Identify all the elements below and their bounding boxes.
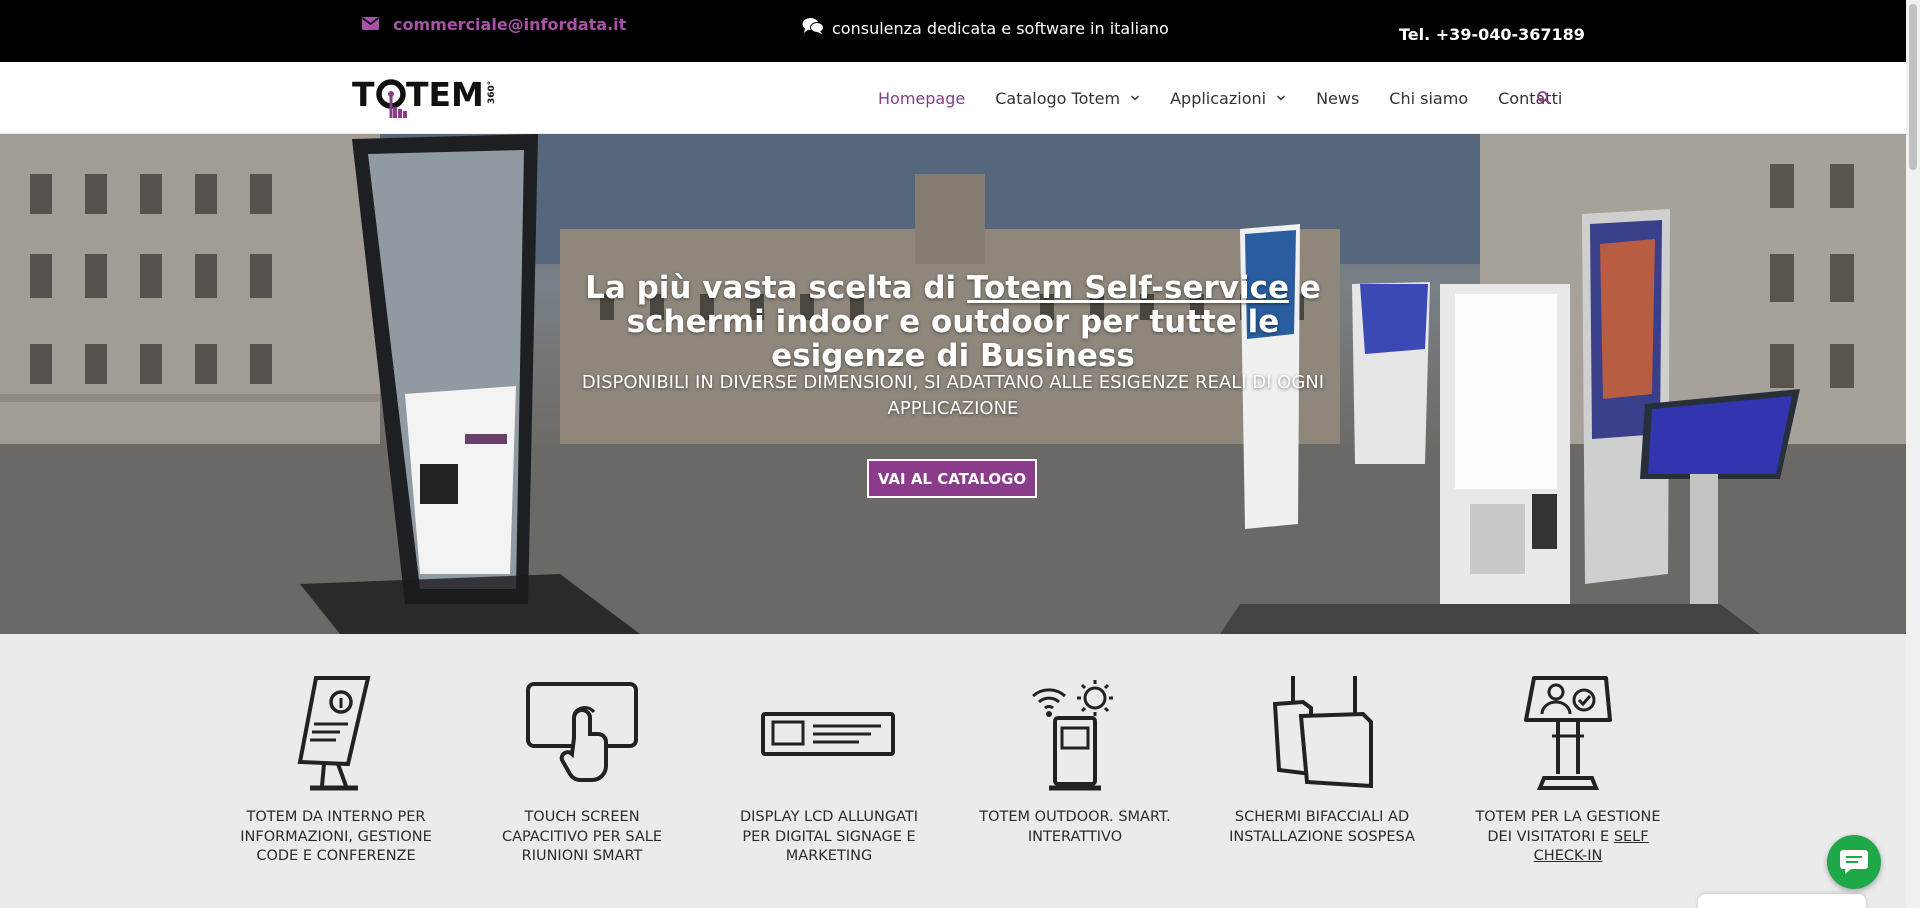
phone-number[interactable]: Tel. +39-040-367189	[1399, 25, 1585, 44]
nav-label: Applicazioni	[1170, 88, 1267, 108]
feature-touch-screen[interactable]: TOUCH SCREEN CAPACITIVO PER SALE RIUNION…	[482, 674, 682, 867]
chat-bubbles-icon	[802, 17, 824, 39]
chat-bubble-icon	[1840, 850, 1868, 874]
feature-label: TOTEM PER LA GESTIONE DEI VISITATORI E S…	[1468, 808, 1668, 867]
hero-title-pre: La più vasta scelta di	[585, 270, 967, 306]
stretched-display-icon	[761, 712, 895, 756]
hero-title-link[interactable]: Totem Self-service	[967, 270, 1289, 306]
svg-text:TEM: TEM	[406, 75, 484, 114]
nav-menu: Homepage Catalogo Totem Applicazioni New…	[878, 62, 1592, 134]
info-kiosk-icon	[297, 676, 371, 791]
feature-lcd-display[interactable]: DISPLAY LCD ALLUNGATI PER DIGITAL SIGNAG…	[729, 674, 929, 867]
nav-label: Homepage	[878, 88, 966, 108]
chevron-down-icon	[1131, 95, 1140, 101]
feature-label: TOTEM OUTDOOR. SMART. INTERATTIVO	[979, 809, 1171, 845]
feature-double-sided-screens[interactable]: SCHERMI BIFACCIALI AD INSTALLAZIONE SOSP…	[1222, 674, 1422, 847]
chevron-down-icon	[1277, 95, 1286, 101]
site-logo[interactable]: T TEM 360°	[352, 74, 502, 122]
envelope-icon	[362, 15, 379, 34]
feature-label: TOUCH SCREEN CAPACITIVO PER SALE RIUNION…	[502, 809, 662, 864]
feature-label: SCHERMI BIFACCIALI AD INSTALLAZIONE SOSP…	[1229, 809, 1415, 845]
hanging-screens-icon	[1272, 676, 1373, 789]
scrollbar-thumb[interactable]	[1909, 4, 1917, 170]
chat-button[interactable]	[1827, 835, 1881, 889]
hero-title: La più vasta scelta di Totem Self-servic…	[560, 271, 1346, 373]
search-icon[interactable]	[1535, 89, 1553, 107]
visitor-kiosk-icon	[1524, 676, 1612, 790]
nav-item-news[interactable]: News	[1316, 89, 1359, 108]
feature-visitor-totem[interactable]: TOTEM PER LA GESTIONE DEI VISITATORI E S…	[1468, 674, 1668, 867]
nav-item-homepage[interactable]: Homepage	[878, 89, 965, 108]
feature-indoor-totem[interactable]: TOTEM DA INTERNO PER INFORMAZIONI, GESTI…	[236, 674, 436, 867]
catalog-button[interactable]: VAI AL CATALOGO	[867, 459, 1037, 498]
main-nav: T TEM 360° Homepage Catalogo Totem Appli…	[0, 62, 1906, 134]
feature-label: TOTEM DA INTERNO PER INFORMAZIONI, GESTI…	[240, 809, 432, 864]
nav-item-chi-siamo[interactable]: Chi siamo	[1389, 89, 1468, 108]
nav-item-catalogo-totem[interactable]: Catalogo Totem	[995, 89, 1140, 108]
features-section: TOTEM DA INTERNO PER INFORMAZIONI, GESTI…	[0, 634, 1906, 908]
nav-label: Catalogo Totem	[995, 88, 1121, 108]
svg-text:T: T	[352, 75, 375, 114]
consultancy-note: consulenza dedicata e software in italia…	[802, 17, 1169, 39]
feature-outdoor-totem[interactable]: TOTEM OUTDOOR. SMART. INTERATTIVO	[975, 674, 1175, 847]
touch-screen-icon	[526, 682, 638, 782]
top-bar: commerciale@infordata.it consulenza dedi…	[0, 0, 1906, 62]
email-text[interactable]: commerciale@infordata.it	[393, 15, 626, 34]
nav-label: Chi siamo	[1389, 88, 1469, 108]
svg-text:360°: 360°	[487, 81, 497, 104]
page-scrollbar[interactable]	[1906, 0, 1920, 908]
nav-label: News	[1316, 88, 1360, 108]
chat-widget-card[interactable]	[1698, 894, 1866, 908]
outdoor-kiosk-icon	[1032, 680, 1113, 791]
nav-item-applicazioni[interactable]: Applicazioni	[1170, 89, 1286, 108]
feature-label: DISPLAY LCD ALLUNGATI PER DIGITAL SIGNAG…	[739, 809, 918, 864]
email-link[interactable]: commerciale@infordata.it	[362, 15, 626, 34]
hero-banner: La più vasta scelta di Totem Self-servic…	[0, 134, 1906, 634]
hero-subtitle: DISPONIBILI IN DIVERSE DIMENSIONI, SI AD…	[581, 372, 1325, 419]
consultancy-text: consulenza dedicata e software in italia…	[832, 18, 1169, 38]
